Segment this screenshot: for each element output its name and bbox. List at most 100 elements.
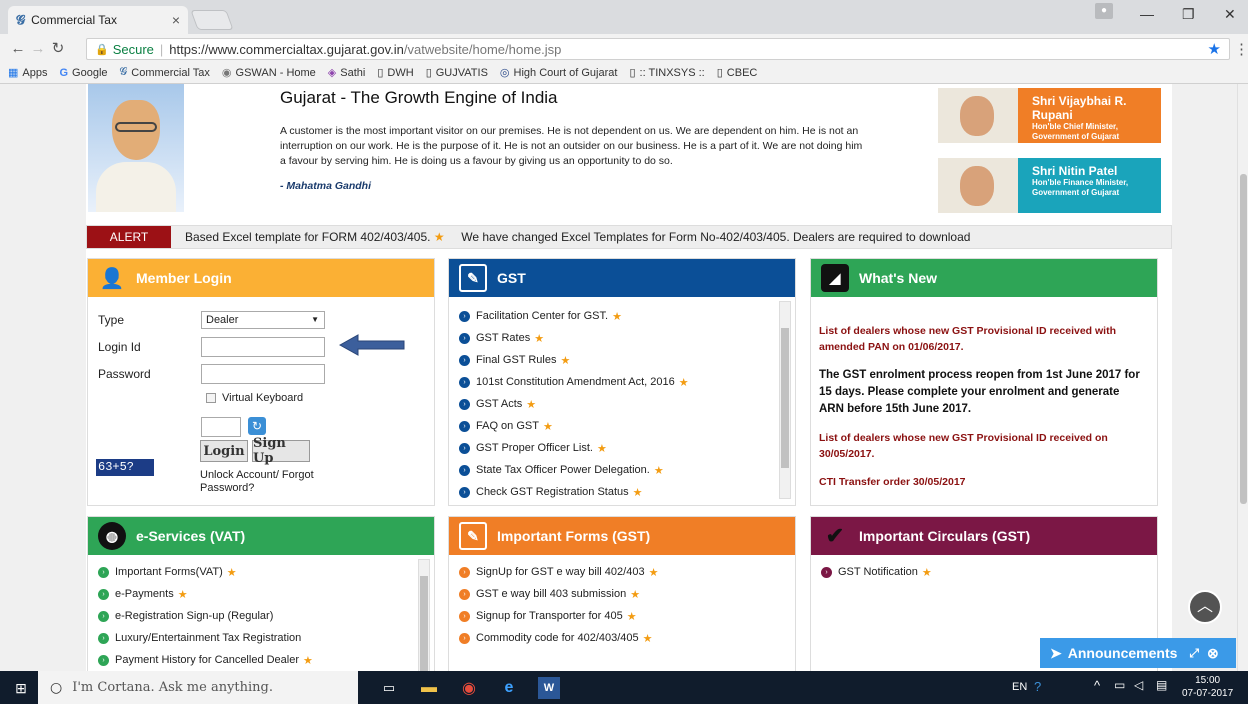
- news-item[interactable]: The GST enrolment process reopen from 1s…: [819, 367, 1143, 418]
- gst-scroll-thumb[interactable]: [781, 328, 789, 468]
- bookmark-tinxsys[interactable]: ▯:: TINXSYS ::: [629, 66, 704, 80]
- reload-icon[interactable]: ↻: [48, 39, 68, 57]
- gst-scrollbar[interactable]: [779, 301, 791, 499]
- help-icon[interactable]: ?: [1034, 679, 1041, 694]
- chrome-icon[interactable]: ◉: [458, 677, 480, 699]
- signup-button[interactable]: Sign Up: [252, 436, 310, 466]
- language-indicator[interactable]: EN: [1012, 681, 1027, 693]
- list-item[interactable]: › GST Rates ★: [459, 327, 795, 349]
- alert-ticker[interactable]: Based Excel template for FORM 402/403/40…: [171, 230, 970, 244]
- list-item[interactable]: › Commodity code for 402/403/405 ★: [459, 627, 795, 649]
- news-item[interactable]: List of dealers whose new GST Provisiona…: [819, 430, 1143, 462]
- list-item[interactable]: › GST Acts ★: [459, 393, 795, 415]
- password-input[interactable]: [201, 364, 325, 384]
- list-item[interactable]: › e-Registration Sign-up (Regular): [98, 605, 434, 627]
- forward-arrow-icon[interactable]: →: [28, 40, 48, 57]
- url-host: https://www.commercialtax.gujarat.gov.in: [169, 41, 404, 57]
- bookmark-commercial-tax[interactable]: 𝓖 Commercial Tax: [120, 66, 210, 79]
- alert-bar: ALERT Based Excel template for FORM 402/…: [86, 225, 1172, 249]
- cortana-search-box[interactable]: ○ I'm Cortana. Ask me anything.: [38, 671, 358, 704]
- edge-icon[interactable]: e: [498, 677, 520, 699]
- scroll-to-top-button[interactable]: ︿: [1188, 590, 1222, 624]
- star-icon: ★: [596, 442, 607, 455]
- list-item[interactable]: › Final GST Rules ★: [459, 349, 795, 371]
- list-item[interactable]: › FAQ on GST ★: [459, 415, 795, 437]
- login-button[interactable]: Login: [200, 440, 248, 462]
- star-icon: ★: [921, 566, 932, 579]
- minimize-icon[interactable]: —: [1140, 6, 1154, 22]
- page-scroll-thumb[interactable]: [1240, 174, 1247, 504]
- login-id-input[interactable]: [201, 337, 325, 357]
- page-scrollbar[interactable]: [1237, 84, 1248, 671]
- ticker-item[interactable]: Based Excel template for FORM 402/403/40…: [185, 230, 430, 244]
- back-arrow-icon[interactable]: ←: [8, 40, 28, 57]
- gandhi-quote: A customer is the most important visitor…: [280, 125, 863, 167]
- list-item[interactable]: › Check GST Registration Status ★: [459, 481, 795, 503]
- bookmark-apps[interactable]: ▦ Apps: [8, 66, 47, 80]
- list-item[interactable]: › GST Proper Officer List. ★: [459, 437, 795, 459]
- news-item[interactable]: List of dealers whose new GST Provisiona…: [819, 323, 1143, 355]
- bookmarks-bar: ▦ Apps G Google 𝓖 Commercial Tax ◉ GSWAN - H…: [0, 62, 1248, 84]
- bookmark-high-court[interactable]: ◎ High Court of Gujarat: [500, 66, 618, 80]
- close-circle-icon[interactable]: ⊗: [1207, 645, 1219, 662]
- virtual-keyboard-option[interactable]: Virtual Keyboard: [206, 392, 303, 404]
- page-icon: ▯: [716, 67, 723, 79]
- bookmark-dwh[interactable]: ▯ DWH: [377, 66, 413, 80]
- refresh-captcha-icon[interactable]: ↻: [248, 417, 266, 435]
- announcements-button[interactable]: ➤ Announcements ⤢ ⊗: [1040, 638, 1236, 668]
- list-item[interactable]: › SignUp for GST e way bill 402/403 ★: [459, 561, 795, 583]
- list-item[interactable]: › Luxury/Entertainment Tax Registration: [98, 627, 434, 649]
- volume-icon[interactable]: ◁: [1134, 678, 1143, 692]
- eservices-scroll-thumb[interactable]: [420, 576, 428, 671]
- ticker-item[interactable]: We have changed Excel Templates for Form…: [461, 230, 970, 244]
- minister-card-cm[interactable]: Shri Vijaybhai R. Rupani Hon'ble Chief M…: [938, 88, 1161, 143]
- task-view-icon[interactable]: ▭: [378, 677, 400, 699]
- bookmark-star-icon[interactable]: ★: [1208, 40, 1221, 58]
- commercial-tax-favicon-icon: 𝓖: [16, 12, 26, 27]
- news-item[interactable]: CTI Transfer order 30/05/2017: [819, 474, 1143, 490]
- close-tab-icon[interactable]: ×: [172, 12, 180, 28]
- clock[interactable]: 15:00 07-07-2017: [1182, 674, 1233, 700]
- login-id-label: Login Id: [98, 340, 141, 354]
- eservices-scrollbar[interactable]: [418, 559, 430, 671]
- bookmark-sathi[interactable]: ◈ Sathi: [328, 66, 366, 80]
- browser-menu-icon[interactable]: ⋮: [1234, 40, 1248, 58]
- star-icon: ★: [642, 632, 653, 645]
- word-icon[interactable]: W: [538, 677, 560, 699]
- list-item[interactable]: › Signup for Transporter for 405 ★: [459, 605, 795, 627]
- windows-start-icon[interactable]: ⊞: [10, 677, 32, 699]
- tray-overflow-icon[interactable]: ^: [1094, 678, 1100, 693]
- list-item[interactable]: › 101st Constitution Amendment Act, 2016 ★: [459, 371, 795, 393]
- unlock-account-link[interactable]: Unlock Account/ Forgot Password?: [200, 469, 330, 495]
- virtual-keyboard-checkbox[interactable]: [206, 393, 216, 403]
- file-explorer-icon[interactable]: ▬: [418, 677, 440, 699]
- minister-card-fm[interactable]: Shri Nitin Patel Hon'ble Finance Ministe…: [938, 158, 1161, 213]
- bookmark-label: GUJVATIS: [435, 66, 488, 79]
- star-icon: ★: [560, 354, 571, 367]
- list-item[interactable]: › Facilitation Center for GST. ★: [459, 305, 795, 327]
- bookmark-gswan[interactable]: ◉ GSWAN - Home: [222, 66, 316, 80]
- new-tab-button[interactable]: [190, 10, 234, 30]
- bookmark-cbec[interactable]: ▯ CBEC: [716, 66, 758, 80]
- quote-author: - Mahatma Gandhi: [280, 180, 372, 192]
- captcha-input[interactable]: [201, 417, 241, 437]
- bullet-icon: ›: [821, 566, 832, 578]
- list-item[interactable]: › Payment History for Cancelled Dealer ★: [98, 649, 434, 671]
- action-center-icon[interactable]: ▤: [1156, 678, 1167, 692]
- close-window-icon[interactable]: ✕: [1224, 6, 1236, 23]
- network-icon[interactable]: ▭: [1114, 678, 1125, 692]
- bookmark-google[interactable]: G Google: [59, 67, 107, 79]
- list-item[interactable]: › State Tax Officer Power Delegation. ★: [459, 459, 795, 481]
- list-item[interactable]: › Important Forms(VAT) ★: [98, 561, 434, 583]
- list-item[interactable]: › GST Notification ★: [821, 561, 1157, 583]
- gst-item-label: FAQ on GST: [476, 420, 539, 432]
- tab-commercial-tax[interactable]: 𝓖 Commercial Tax ×: [8, 6, 188, 34]
- list-item[interactable]: › e-Payments ★: [98, 583, 434, 605]
- type-select[interactable]: Dealer ▼: [201, 311, 325, 329]
- expand-icon[interactable]: ⤢: [1189, 646, 1199, 661]
- user-profile-icon[interactable]: ●: [1095, 3, 1113, 19]
- list-item[interactable]: › GST e way bill 403 submission ★: [459, 583, 795, 605]
- bookmark-gujvatis[interactable]: ▯ GUJVATIS: [426, 66, 488, 80]
- maximize-icon[interactable]: ❐: [1182, 6, 1195, 23]
- address-bar[interactable]: 🔒 Secure | https://www.commercialtax.guj…: [86, 38, 1230, 60]
